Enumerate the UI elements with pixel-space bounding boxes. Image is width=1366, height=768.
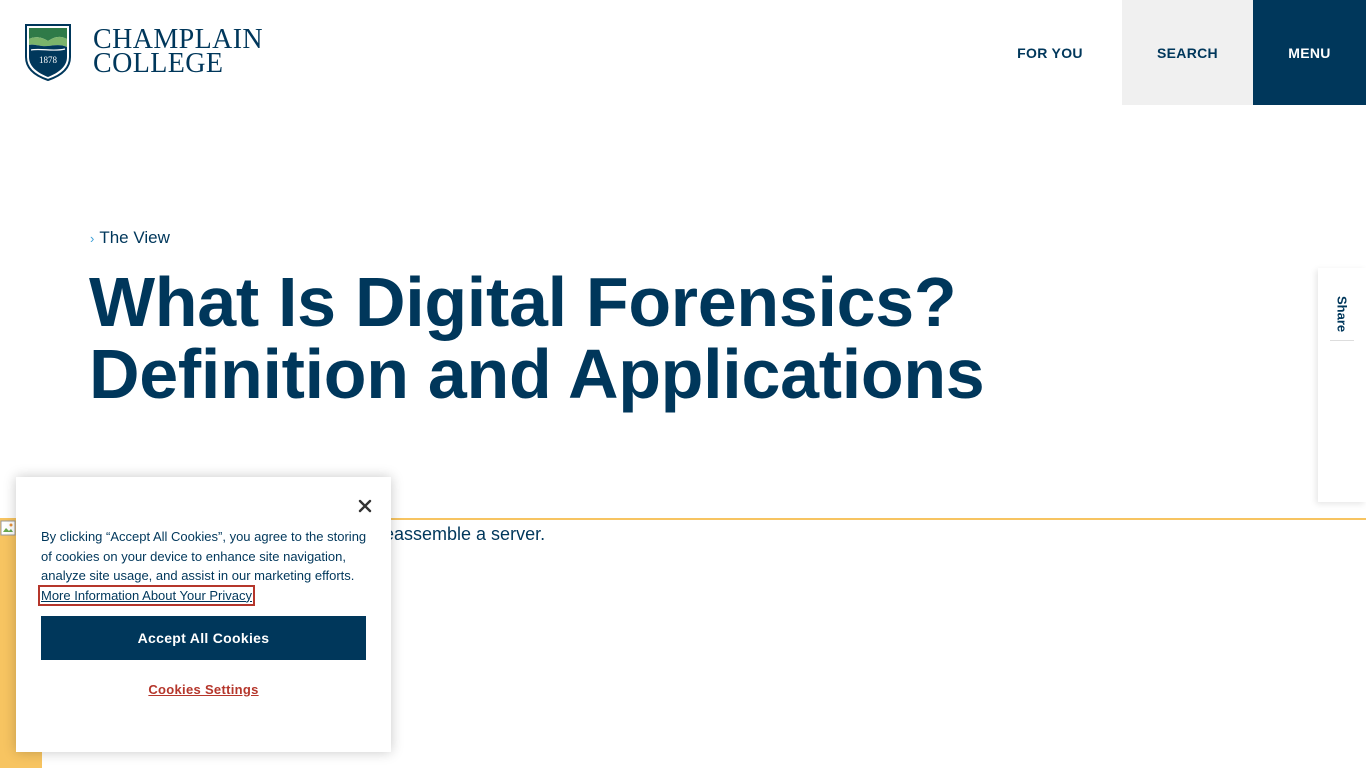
cookie-consent-message: By clicking “Accept All Cookies”, you ag…	[41, 529, 367, 584]
chevron-right-icon: ›	[90, 230, 95, 246]
breadcrumb-link-the-view[interactable]: The View	[99, 228, 170, 248]
cookie-consent-text: By clicking “Accept All Cookies”, you ag…	[37, 527, 371, 606]
cookies-settings-button[interactable]: Cookies Settings	[41, 679, 366, 699]
logo-line-2: COLLEGE	[93, 48, 224, 79]
logo-wordmark: CHAMPLAIN COLLEGE	[93, 26, 263, 79]
privacy-info-link[interactable]: More Information About Your Privacy	[37, 584, 256, 606]
champlain-college-logo[interactable]: 1878 CHAMPLAIN COLLEGE	[24, 23, 263, 81]
nav-search-button[interactable]: SEARCH	[1122, 0, 1253, 105]
page-title: What Is Digital Forensics? Definition an…	[89, 266, 1189, 410]
broken-image-icon	[0, 520, 16, 536]
close-icon[interactable]	[352, 493, 378, 519]
college-shield-icon: 1878	[25, 24, 71, 81]
share-panel: Share	[1318, 268, 1366, 502]
accept-all-cookies-button[interactable]: Accept All Cookies	[41, 616, 366, 660]
hero-image-caption: eassemble a server.	[384, 524, 546, 544]
page-title-line-1: What Is Digital Forensics?	[89, 263, 957, 341]
logo-year: 1878	[39, 55, 58, 65]
site-header: 1878 CHAMPLAIN COLLEGE FOR YOU SEARCH ME…	[0, 0, 1366, 105]
share-divider	[1330, 340, 1354, 341]
nav-menu-button[interactable]: MENU	[1253, 0, 1366, 105]
breadcrumb: › The View	[90, 228, 170, 248]
cookie-consent-banner: By clicking “Accept All Cookies”, you ag…	[16, 477, 391, 752]
close-x-glyph	[358, 499, 372, 513]
share-button[interactable]: Share	[1330, 290, 1354, 338]
page-title-line-2: Definition and Applications	[89, 335, 985, 413]
nav-for-you-button[interactable]: FOR YOU	[992, 0, 1108, 105]
